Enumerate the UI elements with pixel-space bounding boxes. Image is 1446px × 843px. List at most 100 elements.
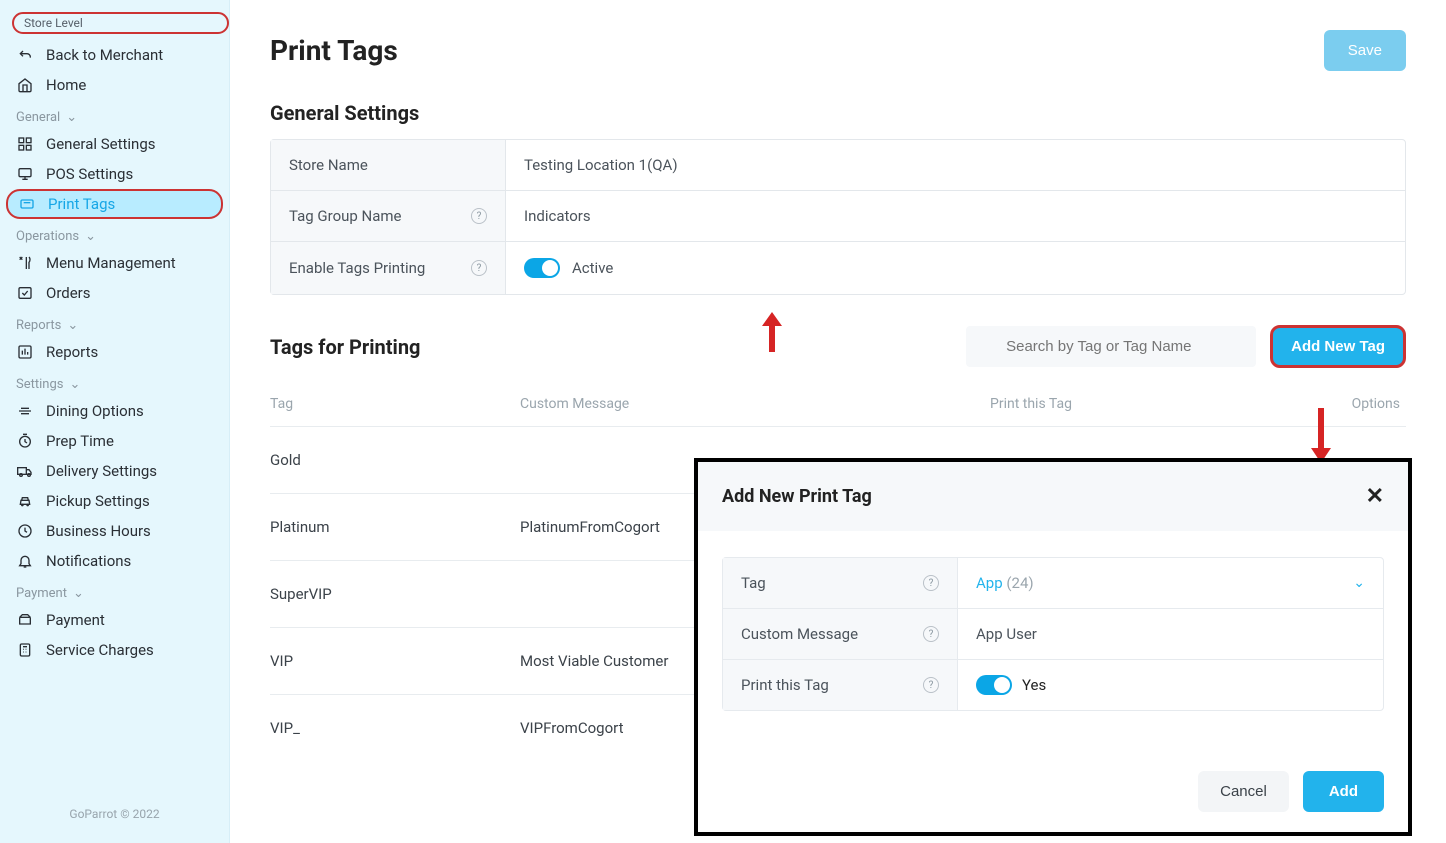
search-input[interactable] xyxy=(966,326,1256,367)
group-label: Operations xyxy=(16,229,79,244)
annotation-arrow-up-icon xyxy=(762,312,782,352)
sidebar-footer: GoParrot © 2022 xyxy=(0,795,229,833)
col-options: Options xyxy=(1350,396,1406,412)
modal-tag-select[interactable]: App (24) ⌄ xyxy=(958,558,1383,608)
help-icon[interactable]: ? xyxy=(471,208,487,224)
cell-tag: Gold xyxy=(270,451,520,469)
sidebar-item-pickup-settings[interactable]: Pickup Settings xyxy=(0,486,229,516)
sidebar-item-service-charges[interactable]: Service Charges xyxy=(0,635,229,665)
chevron-down-icon: ⌄ xyxy=(66,110,77,125)
modal-print-toggle[interactable] xyxy=(976,675,1012,695)
cancel-button[interactable]: Cancel xyxy=(1198,771,1289,812)
add-button[interactable]: Add xyxy=(1303,771,1384,812)
nav-label: Business Hours xyxy=(46,522,151,540)
sidebar-item-pos-settings[interactable]: POS Settings xyxy=(0,159,229,189)
store-name-label: Store Name xyxy=(271,140,506,190)
general-settings-title: General Settings xyxy=(270,101,1406,125)
nav-label: General Settings xyxy=(46,135,156,153)
sidebar-group-reports[interactable]: Reports ⌄ xyxy=(0,308,229,337)
store-name-value: Testing Location 1(QA) xyxy=(506,140,1405,190)
modal-tag-label: Tag ? xyxy=(723,558,958,608)
sidebar-item-orders[interactable]: Orders xyxy=(0,278,229,308)
tag-select-name: App xyxy=(976,574,1003,592)
nav-label: Reports xyxy=(46,343,98,361)
chevron-down-icon: ⌄ xyxy=(69,377,80,392)
sidebar-group-general[interactable]: General ⌄ xyxy=(0,100,229,129)
help-icon[interactable]: ? xyxy=(471,260,487,276)
help-icon[interactable]: ? xyxy=(923,677,939,693)
col-message: Custom Message xyxy=(520,396,990,412)
sidebar-item-prep-time[interactable]: Prep Time xyxy=(0,426,229,456)
cell-tag: Platinum xyxy=(270,518,520,536)
cell-tag: VIP xyxy=(270,652,520,670)
nav-label: Service Charges xyxy=(46,641,154,659)
sidebar-item-delivery-settings[interactable]: Delivery Settings xyxy=(0,456,229,486)
nav-label: Prep Time xyxy=(46,432,114,450)
sidebar-item-general-settings[interactable]: General Settings xyxy=(0,129,229,159)
tag-icon xyxy=(18,195,36,213)
check-square-icon xyxy=(16,284,34,302)
payment-icon xyxy=(16,611,34,629)
grid-icon xyxy=(16,135,34,153)
cell-tag: VIP_ xyxy=(270,719,520,737)
monitor-icon xyxy=(16,165,34,183)
sidebar-group-settings[interactable]: Settings ⌄ xyxy=(0,367,229,396)
help-icon[interactable]: ? xyxy=(923,626,939,642)
sidebar-item-payment[interactable]: Payment xyxy=(0,605,229,635)
cell-tag: SuperVIP xyxy=(270,585,520,603)
hours-icon xyxy=(16,522,34,540)
group-label: Settings xyxy=(16,377,63,392)
nav-label: Orders xyxy=(46,284,91,302)
clock-icon xyxy=(16,432,34,450)
nav-label: Delivery Settings xyxy=(46,462,157,480)
enable-status-text: Active xyxy=(572,259,613,277)
add-print-tag-modal: Add New Print Tag ✕ Tag ? App (24) ⌄ xyxy=(694,458,1412,836)
bar-chart-icon xyxy=(16,343,34,361)
page-title: Print Tags xyxy=(270,34,398,67)
general-settings-table: Store Name Testing Location 1(QA) Tag Gr… xyxy=(270,139,1406,295)
chevron-down-icon: ⌄ xyxy=(85,229,96,244)
sidebar-item-print-tags[interactable]: Print Tags xyxy=(6,189,223,219)
sidebar-item-dining-options[interactable]: Dining Options xyxy=(0,396,229,426)
close-icon[interactable]: ✕ xyxy=(1366,484,1384,509)
tag-group-value: Indicators xyxy=(506,191,1405,241)
home-icon xyxy=(16,76,34,94)
nav-label: Pickup Settings xyxy=(46,492,150,510)
sidebar: Store Level Back to Merchant Home Genera… xyxy=(0,0,230,843)
modal-message-input[interactable]: App User xyxy=(958,609,1383,659)
sidebar-item-reports[interactable]: Reports xyxy=(0,337,229,367)
tags-section-title: Tags for Printing xyxy=(270,335,420,359)
tag-group-label: Tag Group Name ? xyxy=(271,191,506,241)
enable-tags-label: Enable Tags Printing ? xyxy=(271,242,506,294)
chevron-down-icon: ⌄ xyxy=(1353,575,1365,591)
tag-select-count: (24) xyxy=(1006,574,1033,592)
nav-label: Notifications xyxy=(46,552,131,570)
nav-label: Print Tags xyxy=(48,195,115,213)
sidebar-item-notifications[interactable]: Notifications xyxy=(0,546,229,576)
group-label: Payment xyxy=(16,586,67,601)
sidebar-back-to-merchant[interactable]: Back to Merchant xyxy=(0,40,229,70)
sidebar-item-menu-management[interactable]: Menu Management xyxy=(0,248,229,278)
group-label: General xyxy=(16,110,60,125)
dining-icon xyxy=(16,402,34,420)
add-new-tag-button[interactable]: Add New Tag xyxy=(1270,325,1406,368)
group-label: Reports xyxy=(16,318,61,333)
sidebar-item-business-hours[interactable]: Business Hours xyxy=(0,516,229,546)
utensils-icon xyxy=(16,254,34,272)
save-button[interactable]: Save xyxy=(1324,30,1406,71)
sidebar-home[interactable]: Home xyxy=(0,70,229,100)
col-tag: Tag xyxy=(270,396,520,412)
sidebar-group-payment[interactable]: Payment ⌄ xyxy=(0,576,229,605)
modal-print-value: Yes xyxy=(1022,676,1046,694)
nav-label: POS Settings xyxy=(46,165,133,183)
truck-icon xyxy=(16,462,34,480)
col-print: Print this Tag xyxy=(990,396,1350,412)
nav-label: Back to Merchant xyxy=(46,46,163,64)
nav-label: Payment xyxy=(46,611,105,629)
help-icon[interactable]: ? xyxy=(923,575,939,591)
nav-label: Home xyxy=(46,76,86,94)
enable-tags-toggle[interactable] xyxy=(524,258,560,278)
modal-print-label: Print this Tag ? xyxy=(723,660,958,710)
sidebar-group-operations[interactable]: Operations ⌄ xyxy=(0,219,229,248)
modal-title: Add New Print Tag xyxy=(722,486,872,507)
